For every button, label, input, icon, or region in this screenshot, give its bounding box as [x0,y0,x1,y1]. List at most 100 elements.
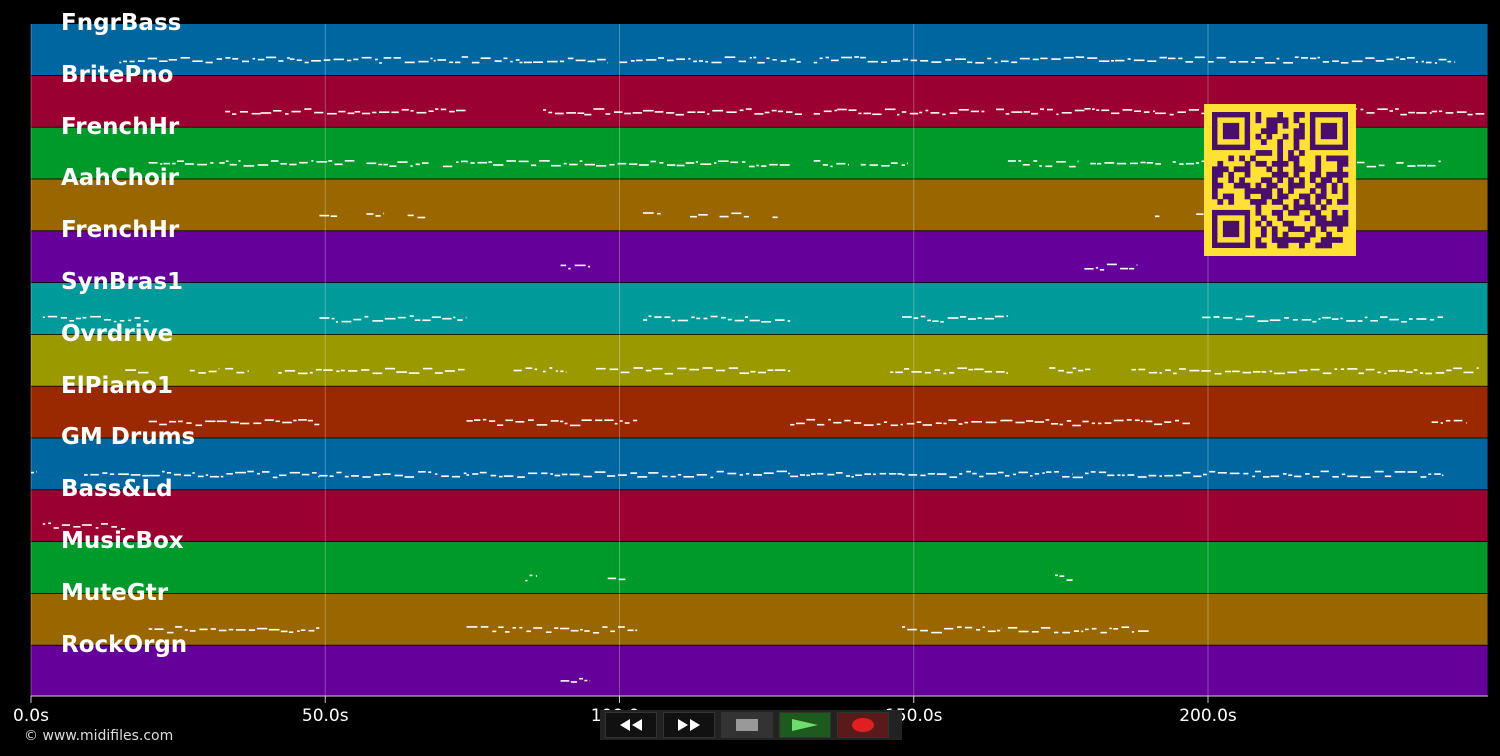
note [340,369,345,372]
track-name: ElPiano1 [61,372,174,399]
track-lane[interactable] [31,283,1488,334]
note [278,60,284,62]
note [833,421,842,424]
track-lane[interactable] [31,334,1488,386]
note [567,57,574,60]
note [906,162,908,165]
note [184,163,194,165]
note [480,626,489,628]
note [848,163,849,166]
note [512,627,516,629]
note [716,369,725,372]
note [1264,62,1276,64]
track-lane[interactable] [31,24,1488,75]
note [366,162,377,165]
note [1078,56,1085,58]
rewind-button[interactable] [605,712,657,738]
play-button[interactable] [779,712,831,738]
note [721,316,726,319]
track-lane[interactable] [31,438,1488,490]
note [528,419,534,421]
note [1049,367,1056,369]
note [977,317,982,319]
note [242,60,249,63]
note [319,214,330,217]
note [890,371,894,373]
note [177,160,184,162]
note [225,367,234,370]
note [334,163,343,166]
track-name: FngrBass [61,10,182,36]
note [580,628,583,631]
note [466,420,473,422]
note [568,267,571,270]
note [958,109,969,111]
track-name: AahChoir [61,165,179,192]
note [891,60,901,62]
note [248,629,256,631]
note [1453,419,1463,422]
note [1438,160,1441,163]
track-name: GM Drums [61,424,196,451]
note [836,162,846,165]
fast-forward-button[interactable] [663,712,715,738]
note [863,424,874,426]
note [690,215,697,218]
note [1294,475,1302,478]
note [949,476,958,478]
note [749,319,760,322]
track-lane[interactable] [31,490,1488,542]
note [461,56,469,58]
track-lane[interactable] [31,542,1488,593]
note [327,112,337,115]
note [1033,160,1038,162]
note [1179,163,1184,165]
track-lane[interactable] [31,645,1488,697]
note [1055,574,1058,577]
note [471,61,480,64]
note [949,372,955,374]
note [981,110,985,113]
note [1209,470,1216,473]
record-button[interactable] [837,712,889,738]
note [257,472,261,475]
note [1084,108,1091,110]
note [1401,321,1407,323]
stop-button[interactable] [721,712,773,738]
note [934,369,941,371]
note [1419,372,1424,374]
note [547,60,558,63]
note [1030,475,1033,477]
note [1380,316,1388,318]
note [208,370,217,373]
note [853,422,862,424]
note [423,367,433,370]
note [1235,318,1243,321]
note [920,60,929,62]
note [1416,318,1427,320]
note [881,165,890,167]
note [968,318,976,320]
track-lane[interactable] [31,386,1488,438]
track-lane[interactable] [31,593,1488,645]
note [1127,58,1131,60]
note [897,473,902,475]
note [593,632,600,634]
note [1434,62,1437,64]
note [1438,58,1447,61]
note [449,110,455,113]
note [1445,112,1454,114]
note [417,216,426,219]
note [1134,110,1141,112]
note [1051,58,1061,60]
note [753,56,757,59]
note [90,315,101,318]
note [247,470,254,473]
note [787,320,791,322]
note [569,473,580,476]
note [1283,62,1293,64]
note [134,317,141,319]
note [813,113,820,115]
note [422,319,431,322]
note [739,474,743,476]
